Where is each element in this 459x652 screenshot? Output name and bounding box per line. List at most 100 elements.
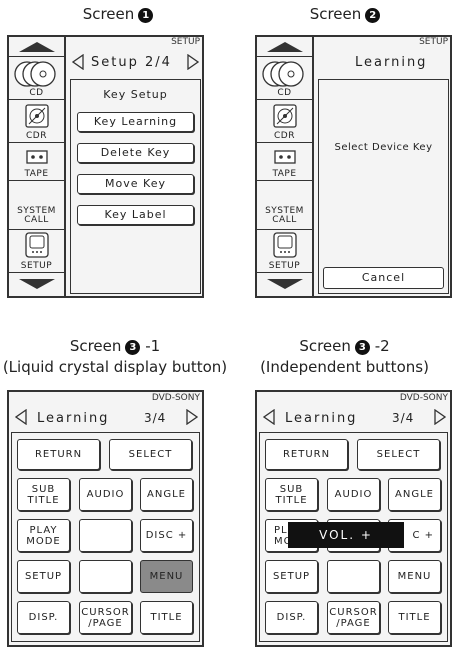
caption-text: Screen xyxy=(309,5,362,23)
message-box: Select Device Key Cancel xyxy=(318,79,449,294)
angle-button[interactable]: ANGLE xyxy=(388,478,441,511)
key-label-button[interactable]: Key Label xyxy=(77,205,194,225)
vol-plus-popup: VOL. + xyxy=(288,522,404,548)
scroll-down-button[interactable] xyxy=(257,273,312,296)
return-button[interactable]: RETURN xyxy=(17,439,100,470)
previous-page-icon[interactable] xyxy=(263,409,275,425)
sidebar-item-tape[interactable]: TAPE xyxy=(9,143,64,181)
sidebar-item-label: CDR xyxy=(26,131,47,141)
setup-button[interactable]: SETUP xyxy=(265,560,318,593)
sidebar-item-label: TAPE xyxy=(24,169,49,179)
sidebar-item-label: CALL xyxy=(24,215,49,225)
sidebar-item-label: CD xyxy=(29,88,44,98)
caption-screen-3-2-sub: (Independent buttons) xyxy=(260,358,429,376)
sidebar-item-tape[interactable]: TAPE xyxy=(257,143,312,181)
disc-plus-button[interactable]: DISC + xyxy=(140,519,193,552)
button-label: PLAY xyxy=(29,524,58,536)
delete-key-button[interactable]: Delete Key xyxy=(77,143,194,163)
sidebar-item-cdr[interactable]: CDR xyxy=(257,100,312,143)
previous-page-icon[interactable] xyxy=(15,409,27,425)
move-key-button[interactable]: Move Key xyxy=(77,174,194,194)
subtitle-button[interactable]: SUB TITLE xyxy=(265,478,318,511)
button-grid: RETURN SELECT SUB TITLE AUDIO ANGLE PLAY M… xyxy=(11,432,200,642)
screen-3-1-panel: DVD-SONY Learning 3/4 RETURN SELECT SUB T… xyxy=(7,390,204,647)
message-text: Select Device Key xyxy=(334,142,433,153)
cursor-page-button[interactable]: CURSOR/PAGE xyxy=(79,601,132,634)
menu-button[interactable]: MENU xyxy=(388,560,441,593)
page-header: Setup 2/4 xyxy=(91,55,172,70)
angle-button[interactable]: ANGLE xyxy=(140,478,193,511)
caption-text: Screen xyxy=(82,5,135,23)
sidebar: CD CDR TAPE SYSTEM CALL SETUP xyxy=(9,37,66,296)
sidebar-item-setup[interactable]: SETUP xyxy=(257,230,312,273)
tape-icon xyxy=(273,150,296,164)
blank-button[interactable] xyxy=(327,560,380,593)
sidebar: CD CDR TAPE SYSTEM CALL SETUP xyxy=(257,37,314,296)
sidebar-item-cdr[interactable]: CDR xyxy=(9,100,64,143)
scroll-up-button[interactable] xyxy=(257,37,312,57)
arrow-up-icon xyxy=(266,42,303,52)
device-label: DVD-SONY xyxy=(151,393,200,403)
next-page-icon[interactable] xyxy=(186,409,198,425)
title-button[interactable]: TITLE xyxy=(140,601,193,634)
sidebar-item-cd[interactable]: CD xyxy=(9,57,64,100)
sidebar-item-label: CD xyxy=(277,88,292,98)
select-button[interactable]: SELECT xyxy=(109,439,192,470)
button-label: CURSOR xyxy=(329,606,378,618)
sidebar-item-setup[interactable]: SETUP xyxy=(9,230,64,273)
audio-button[interactable]: AUDIO xyxy=(79,478,132,511)
button-label: MODE xyxy=(26,535,61,547)
cd-icon xyxy=(261,61,304,87)
caption-screen-2: Screen 2 xyxy=(285,5,405,23)
title-button[interactable]: TITLE xyxy=(388,601,441,634)
blank-button[interactable] xyxy=(79,519,132,552)
disp-button[interactable]: DISP. xyxy=(265,601,318,634)
sidebar-item-system-call[interactable]: SYSTEM CALL xyxy=(9,181,64,230)
button-label: TITLE xyxy=(275,494,308,506)
menu-button[interactable]: MENU xyxy=(140,560,193,593)
arrow-up-icon xyxy=(18,42,55,52)
button-grid: RETURN SELECT SUB TITLE AUDIO ANGLE PL MO … xyxy=(259,432,448,642)
caption-text: Screen xyxy=(69,337,122,355)
caption-suffix: -2 xyxy=(374,337,390,355)
return-button[interactable]: RETURN xyxy=(265,439,348,470)
remote-icon xyxy=(24,232,49,258)
select-button[interactable]: SELECT xyxy=(357,439,440,470)
mode-label: SETUP xyxy=(419,37,448,47)
button-label: /PAGE xyxy=(336,617,371,629)
scroll-down-button[interactable] xyxy=(9,273,64,296)
button-label: C + xyxy=(412,530,434,541)
sidebar-item-label: SETUP xyxy=(268,261,301,271)
screen-2-panel: CD CDR TAPE SYSTEM CALL SETUP SETUP Lear… xyxy=(255,35,452,298)
cdr-icon xyxy=(272,104,297,128)
disp-button[interactable]: DISP. xyxy=(17,601,70,634)
number-badge: 3 xyxy=(354,340,370,355)
number-badge: 2 xyxy=(365,8,381,23)
page-number: 3/4 xyxy=(392,411,415,425)
sidebar-item-label: CALL xyxy=(272,215,297,225)
subtitle-button[interactable]: SUB TITLE xyxy=(17,478,70,511)
next-page-icon[interactable] xyxy=(187,54,199,70)
button-label: CURSOR xyxy=(81,606,130,618)
cancel-button[interactable]: Cancel xyxy=(323,267,444,289)
mode-label: SETUP xyxy=(171,37,200,47)
sidebar-item-cd[interactable]: CD xyxy=(257,57,312,100)
menu-box: Key Setup Key Learning Delete Key Move K… xyxy=(70,79,201,294)
arrow-down-icon xyxy=(266,279,303,289)
page-header: Learning xyxy=(37,411,110,426)
button-label: TITLE xyxy=(27,494,60,506)
next-page-icon[interactable] xyxy=(434,409,446,425)
device-label: DVD-SONY xyxy=(399,393,448,403)
blank-button[interactable] xyxy=(79,560,132,593)
setup-button[interactable]: SETUP xyxy=(17,560,70,593)
play-mode-button[interactable]: PLAY MODE xyxy=(17,519,70,552)
previous-page-icon[interactable] xyxy=(72,54,84,70)
cursor-page-button[interactable]: CURSOR/PAGE xyxy=(327,601,380,634)
sidebar-item-label: SETUP xyxy=(20,261,53,271)
scroll-up-button[interactable] xyxy=(9,37,64,57)
caption-screen-3-1: Screen 3 -1 xyxy=(0,337,230,355)
key-learning-button[interactable]: Key Learning xyxy=(77,112,194,132)
page-number: 3/4 xyxy=(144,411,167,425)
audio-button[interactable]: AUDIO xyxy=(327,478,380,511)
sidebar-item-system-call[interactable]: SYSTEM CALL xyxy=(257,181,312,230)
